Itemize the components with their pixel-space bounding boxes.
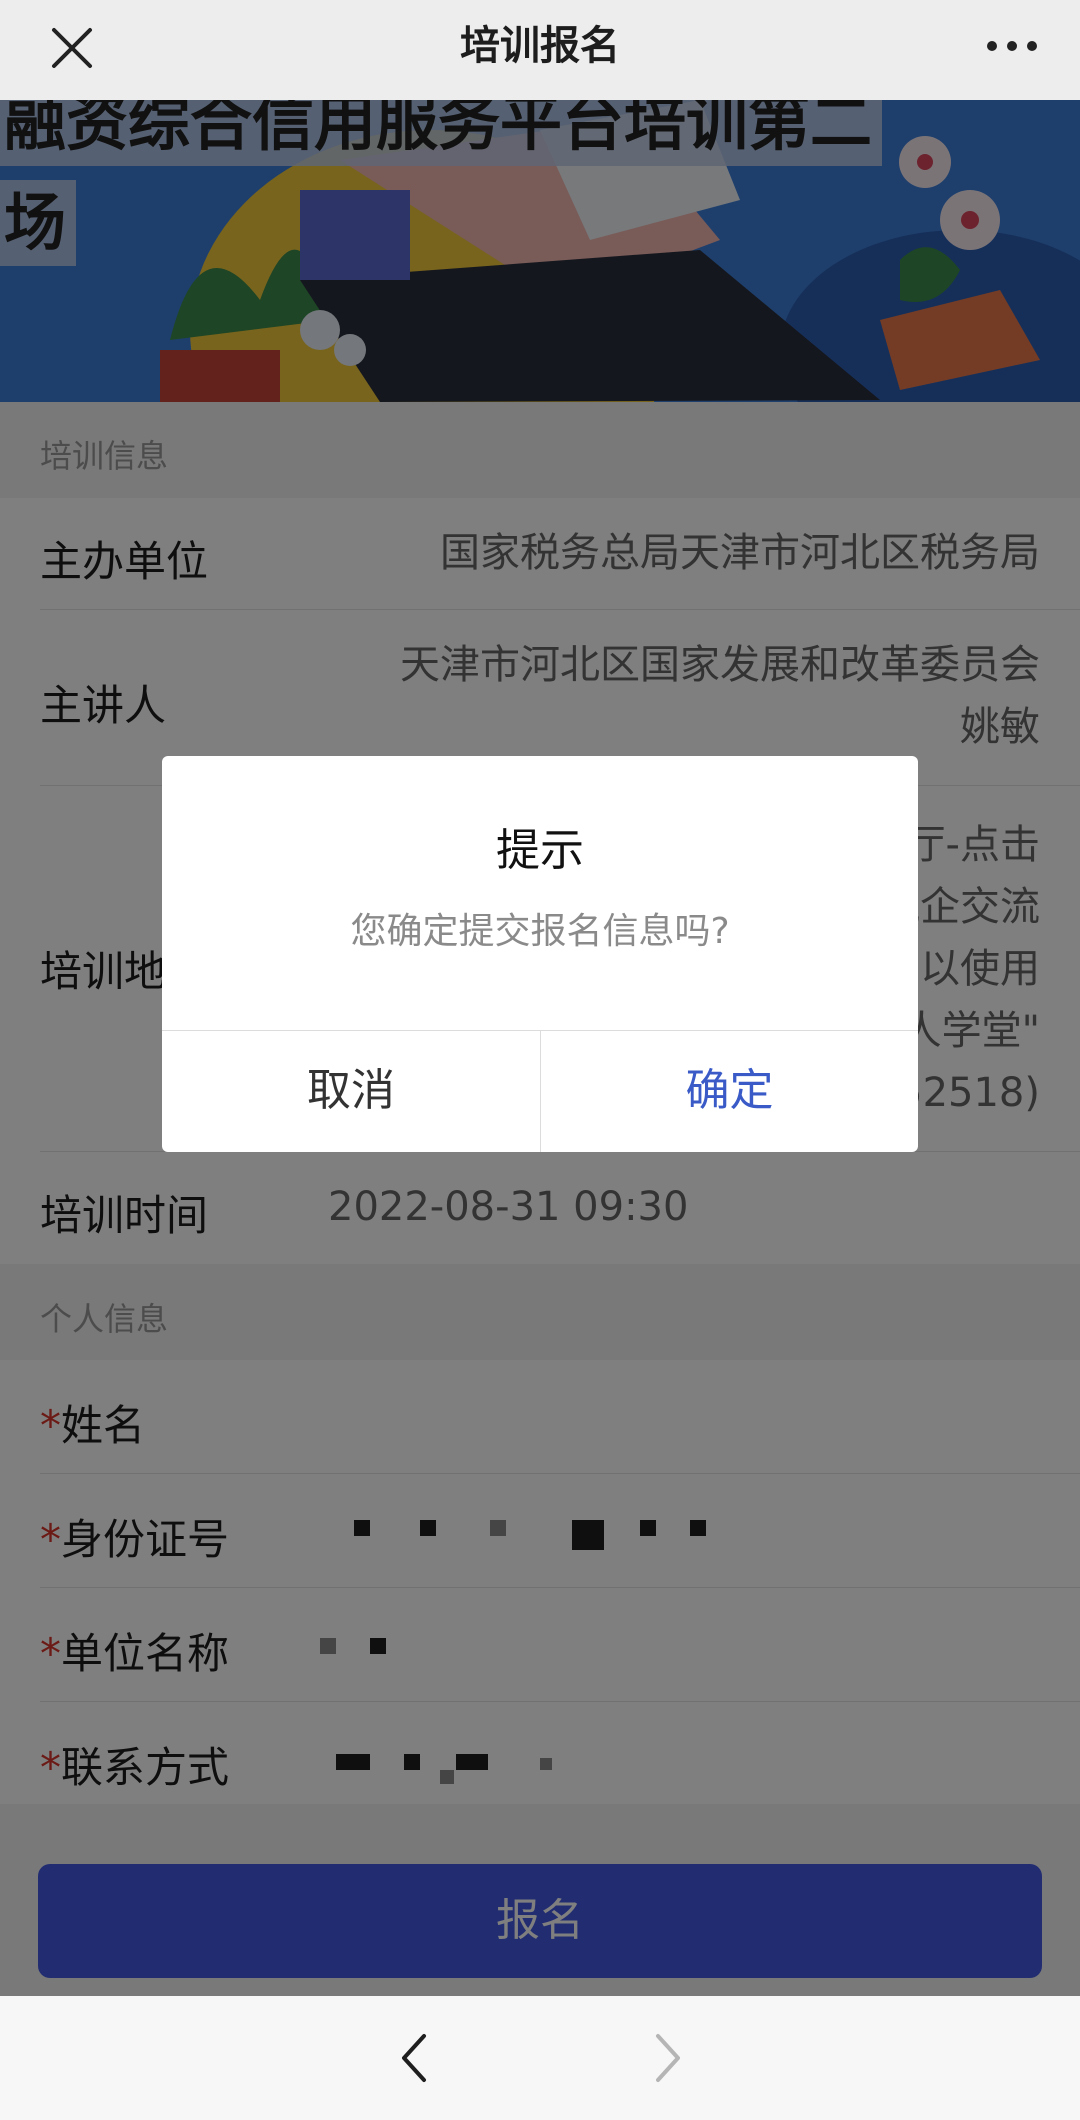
confirm-button[interactable]: 确定: [541, 1030, 918, 1152]
chevron-right-icon[interactable]: [650, 2030, 686, 2086]
browser-toolbar: [0, 1996, 1080, 2120]
confirm-dialog: 提示 您确定提交报名信息吗? 取消 确定: [162, 756, 918, 1152]
dialog-title: 提示: [496, 825, 584, 876]
dialog-message: 您确定提交报名信息吗?: [350, 911, 730, 952]
chevron-left-icon[interactable]: [396, 2030, 432, 2086]
nav-bar: 培训报名: [0, 0, 1080, 100]
cancel-button[interactable]: 取消: [162, 1030, 540, 1152]
more-icon[interactable]: [984, 36, 1040, 56]
page-title: 培训报名: [460, 23, 620, 69]
